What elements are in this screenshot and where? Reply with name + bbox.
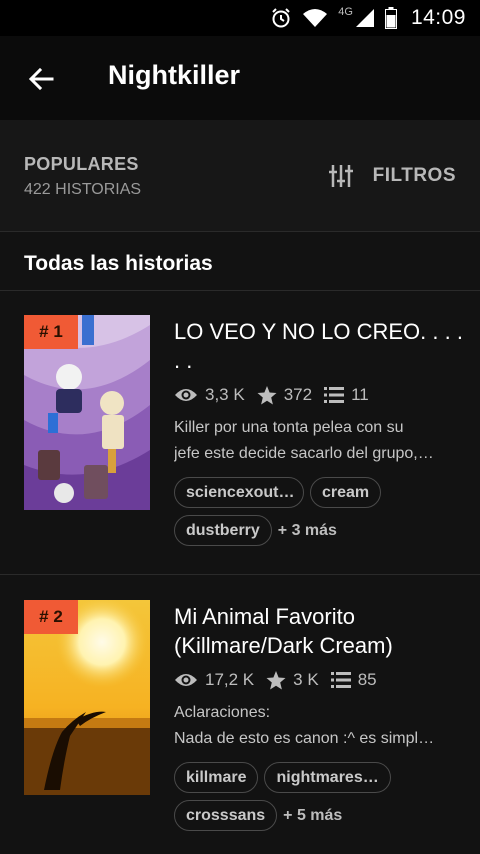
sort-label[interactable]: POPULARES — [24, 154, 139, 175]
tag-chip[interactable]: sciencexout… — [174, 477, 304, 508]
description-line: jefe este decide sacarlo del grupo,… — [174, 445, 434, 462]
filters-label: FILTROS — [372, 165, 456, 186]
star-icon — [266, 670, 286, 689]
wifi-icon — [303, 9, 328, 27]
story-tags: killmare nightmares… crosssans + 5 más — [174, 762, 464, 838]
reads-stat: 17,2 K — [174, 670, 254, 690]
network-type-label: 4G — [338, 6, 353, 18]
list-icon — [330, 672, 351, 688]
tag-chip[interactable]: killmare — [174, 762, 259, 793]
more-tags-link[interactable]: + 5 más — [283, 807, 342, 825]
alarm-icon — [272, 8, 290, 28]
tag-chip[interactable]: cream — [310, 477, 382, 508]
tag-chip[interactable]: nightmares… — [264, 762, 391, 793]
story-card[interactable]: # 1 LO VEO Y NO LO CREO. . . . . . 3,3 K… — [0, 291, 480, 575]
sliders-icon — [328, 165, 353, 187]
arrow-left-icon — [28, 67, 54, 91]
story-description: Aclaraciones: Nada de esto es canon :^ e… — [174, 700, 464, 752]
eye-icon — [175, 674, 197, 686]
star-icon — [257, 385, 277, 404]
tag-chip[interactable]: dustberry — [174, 515, 272, 546]
story-description: Killer por una tonta pelea con su jefe e… — [174, 415, 464, 467]
parts-count: 11 — [351, 385, 369, 404]
status-icons: 4G 14:09 — [270, 6, 466, 30]
battery-icon — [384, 7, 397, 29]
filters-button[interactable]: FILTROS — [328, 164, 456, 188]
rank-badge: # 2 — [24, 600, 78, 634]
parts-stat: 11 — [324, 385, 369, 405]
rank-badge: # 1 — [24, 315, 78, 349]
story-title[interactable]: Mi Animal Favorito (Killmare/Dark Cream) — [174, 602, 464, 660]
reads-count: 3,3 K — [205, 385, 245, 404]
story-stats: 17,2 K 3 K 85 — [174, 668, 389, 692]
sort-filter-bar: POPULARES 422 HISTORIAS FILTROS — [0, 120, 480, 232]
story-count: 422 HISTORIAS — [24, 181, 142, 198]
tag-chip[interactable]: crosssans — [174, 800, 278, 831]
story-stats: 3,3 K 372 11 — [174, 383, 381, 407]
clock: 14:09 — [410, 6, 466, 29]
parts-stat: 85 — [330, 670, 377, 690]
cell-signal-icon — [355, 9, 374, 27]
eye-icon — [175, 389, 197, 401]
votes-count: 3 K — [293, 670, 319, 689]
votes-stat: 3 K — [266, 670, 319, 690]
story-title[interactable]: LO VEO Y NO LO CREO. . . . . . — [174, 317, 464, 375]
story-card[interactable]: # 2 Mi Animal Favorito (Killmare/Dark Cr… — [0, 576, 480, 854]
reads-count: 17,2 K — [205, 670, 255, 689]
votes-count: 372 — [283, 385, 313, 404]
section-header: Todas las historias — [0, 232, 480, 291]
votes-stat: 372 — [257, 385, 312, 405]
status-bar: 4G 14:09 — [0, 0, 480, 36]
app-bar: Nightkiller — [0, 36, 480, 120]
section-title: Todas las historias — [24, 252, 213, 275]
more-tags-link[interactable]: + 3 más — [278, 522, 337, 540]
list-icon — [324, 387, 345, 403]
description-line: Aclaraciones: — [174, 704, 271, 721]
story-tags: sciencexout… cream dustberry + 3 más — [174, 477, 464, 553]
back-button[interactable] — [24, 62, 58, 96]
reads-stat: 3,3 K — [174, 385, 245, 405]
parts-count: 85 — [357, 670, 377, 689]
description-line: Killer por una tonta pelea con su — [174, 419, 404, 436]
page-title: Nightkiller — [108, 60, 241, 90]
description-line: Nada de esto es canon :^ es simpl… — [174, 730, 435, 747]
